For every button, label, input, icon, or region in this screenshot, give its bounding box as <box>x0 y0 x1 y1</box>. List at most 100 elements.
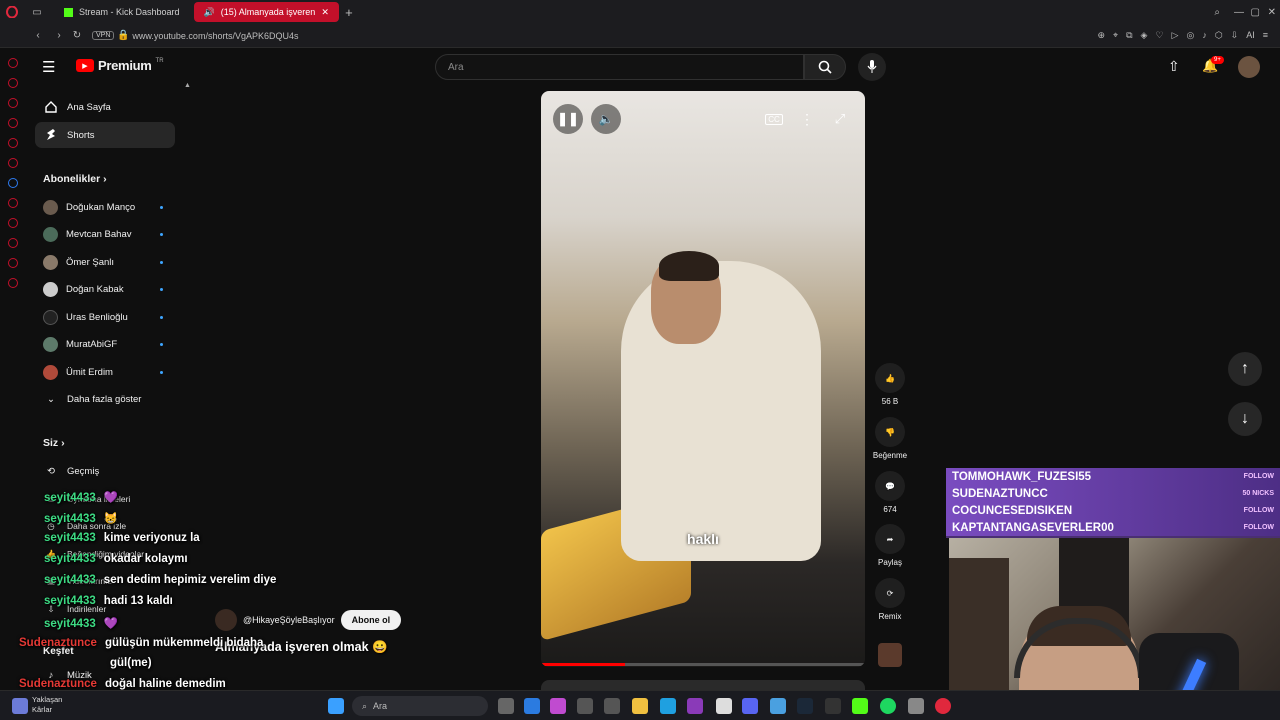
sidebar-item-subscription[interactable]: Mevtcan Bahav <box>35 221 175 247</box>
sidebar-item-home[interactable]: Ana Sayfa <box>35 94 175 120</box>
task-view-icon[interactable] <box>498 698 514 714</box>
taskbar-app-icon[interactable] <box>770 698 786 714</box>
minimize-icon[interactable]: — <box>1234 7 1244 18</box>
opera-logo-icon[interactable] <box>0 6 24 18</box>
sidebar-app-icon[interactable] <box>8 178 18 188</box>
sidebar-app-icon[interactable] <box>8 58 18 68</box>
play-icon[interactable]: ▷ <box>1172 30 1179 41</box>
spotify-icon[interactable] <box>880 698 896 714</box>
next-short-preview[interactable] <box>541 680 865 690</box>
opera-icon[interactable] <box>935 698 951 714</box>
youtube-logo[interactable]: ▶ Premium TR <box>76 58 164 73</box>
new-tab-button[interactable]: + <box>339 5 359 20</box>
url-field[interactable]: www.youtube.com/shorts/VgAPK6DQU4s <box>132 31 298 41</box>
steam-icon[interactable] <box>797 698 813 714</box>
heart-icon[interactable]: ♡ <box>1155 30 1163 41</box>
remix-button[interactable]: ⟳ Remix <box>872 578 908 621</box>
taskbar-app-icon[interactable] <box>825 698 841 714</box>
taskbar-app-icon[interactable] <box>577 698 593 714</box>
taskbar-app-icon[interactable] <box>524 698 540 714</box>
sidebar-item-subscription[interactable]: Doğukan Manço <box>35 194 175 220</box>
start-button[interactable] <box>328 698 344 714</box>
player-icon[interactable]: ◎ <box>1186 30 1194 41</box>
share-button[interactable]: ➦ Paylaş <box>872 524 908 567</box>
comments-button[interactable]: 💬 674 <box>872 471 908 514</box>
channel-avatar[interactable] <box>215 609 237 631</box>
sidebar-app-icon[interactable] <box>8 198 18 208</box>
subscribe-button[interactable]: Abone ol <box>340 610 402 630</box>
vpn-badge[interactable]: VPN <box>92 31 115 40</box>
taskbar-app-icon[interactable] <box>908 698 924 714</box>
taskbar-app-icon[interactable] <box>687 698 703 714</box>
taskbar-app-icon[interactable] <box>716 698 732 714</box>
reload-icon[interactable]: ↻ <box>68 30 86 41</box>
sidebar-app-icon[interactable] <box>8 78 18 88</box>
tab-kick-dashboard[interactable]: Stream - Kick Dashboard <box>54 2 190 22</box>
file-explorer-icon[interactable] <box>632 698 648 714</box>
more-options-button[interactable]: ⋮ <box>792 104 822 134</box>
weather-icon[interactable] <box>12 698 28 714</box>
volume-button[interactable]: 🔈 <box>591 104 621 134</box>
sidebar-app-icon[interactable] <box>8 238 18 248</box>
sidebar-item-subscription[interactable]: MuratAbiGF <box>35 331 175 357</box>
hamburger-menu-icon[interactable]: ☰ <box>42 58 55 76</box>
sidebar-app-icon[interactable] <box>8 258 18 268</box>
tab-youtube[interactable]: 🔊 (15) Almanyada işveren ✕ <box>193 2 339 22</box>
subscriptions-header[interactable]: Abonelikler › <box>43 173 107 185</box>
taskbar-search[interactable]: ⌕ Ara <box>352 696 488 716</box>
sidebar-app-icon[interactable] <box>8 98 18 108</box>
previous-short-button[interactable]: ↑ <box>1228 352 1262 386</box>
ai-button[interactable]: AI <box>1246 30 1255 41</box>
close-tab-icon[interactable]: ✕ <box>321 7 329 18</box>
shorts-video-player[interactable]: ❚❚ 🔈 CC ⋮ ⤢ haklı <box>541 91 865 667</box>
discord-icon[interactable] <box>742 698 758 714</box>
sidebar-item-subscription[interactable]: Ümit Erdim <box>35 359 175 385</box>
dislike-button[interactable]: 👎 Beğenme <box>872 417 908 460</box>
like-button[interactable]: 👍 56 B <box>872 363 908 406</box>
menu-icon[interactable]: ≡ <box>1263 30 1268 41</box>
scroll-up-icon[interactable]: ▲ <box>184 82 191 89</box>
kick-icon[interactable] <box>852 698 868 714</box>
show-more-button[interactable]: ⌄ Daha fazla göster <box>35 386 175 412</box>
sidebar-item-shorts[interactable]: Shorts <box>35 122 175 148</box>
sidebar-app-icon[interactable] <box>8 158 18 168</box>
snapshot-icon[interactable]: ⧉ <box>1126 30 1132 41</box>
voice-search-button[interactable] <box>858 53 886 81</box>
download-icon[interactable]: ⇩ <box>1231 30 1239 41</box>
upload-icon[interactable]: ⇧ <box>1168 58 1180 75</box>
sidebar-item-subscription[interactable]: Doğan Kabak <box>35 276 175 302</box>
sound-thumbnail[interactable] <box>878 643 902 667</box>
extensions-icon[interactable]: ⬡ <box>1215 30 1223 41</box>
sidebar-item-subscription[interactable]: Uras Benlioğlu <box>35 304 175 330</box>
maximize-icon[interactable]: ▢ <box>1251 7 1260 18</box>
back-icon[interactable]: ‹ <box>26 30 50 41</box>
zoom-icon[interactable]: ⊕ <box>1097 30 1105 41</box>
weather-widget[interactable]: Yaklaşan Kârlar <box>32 695 62 715</box>
forward-icon[interactable]: › <box>50 30 68 41</box>
sidebar-item-history[interactable]: ⟲ Geçmiş <box>35 458 175 484</box>
pin-icon[interactable]: ⌖ <box>1113 30 1118 41</box>
next-short-button[interactable]: ↓ <box>1228 402 1262 436</box>
channel-name[interactable]: @HikayeŞöyleBaşlıyor <box>243 615 335 625</box>
fullscreen-button[interactable]: ⤢ <box>825 104 855 134</box>
audio-icon[interactable]: ♪ <box>1202 30 1207 41</box>
shield-icon[interactable]: ◈ <box>1141 30 1148 41</box>
sidebar-item-subscription[interactable]: Ömer Şanlı <box>35 249 175 275</box>
edge-icon[interactable] <box>660 698 676 714</box>
taskbar-app-icon[interactable] <box>604 698 620 714</box>
taskbar-app-icon[interactable] <box>550 698 566 714</box>
captions-button[interactable]: CC <box>759 104 789 134</box>
search-input[interactable]: Ara <box>435 54 804 80</box>
pause-button[interactable]: ❚❚ <box>553 104 583 134</box>
tab-overview-icon[interactable]: ▭ <box>24 7 50 18</box>
close-window-icon[interactable]: ✕ <box>1268 7 1276 18</box>
account-avatar[interactable] <box>1238 56 1260 78</box>
channel-avatar <box>43 226 58 242</box>
you-header[interactable]: Siz › <box>43 437 65 449</box>
sidebar-app-icon[interactable] <box>8 118 18 128</box>
sidebar-app-icon[interactable] <box>8 278 18 288</box>
sidebar-app-icon[interactable] <box>8 138 18 148</box>
sidebar-app-icon[interactable] <box>8 218 18 228</box>
search-button[interactable] <box>804 54 846 80</box>
search-tabs-icon[interactable]: ⌕ <box>1214 7 1220 18</box>
